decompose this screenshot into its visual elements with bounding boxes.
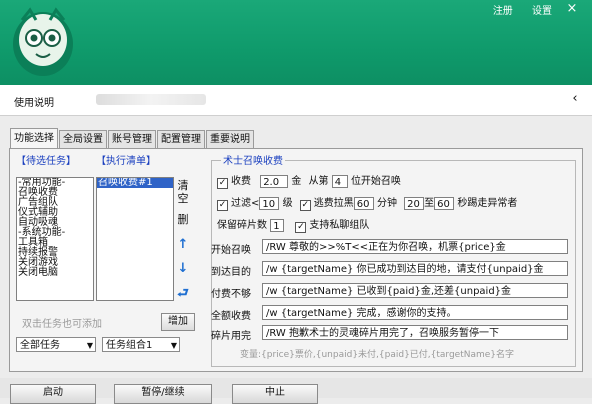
filter-row: ✓ 过滤< 10 级 ✓ 逃费拉黑 60 分钟 20 至 60 秒踢走异常者 [217,196,518,211]
chevron-down-icon: ▼ [170,341,177,350]
message-label-arrive: 到达目的 [211,267,251,278]
start-suffix-label: 位开始召唤 [350,176,401,187]
gold-label: 金 [291,176,302,187]
private-team-checkbox[interactable]: ✓ [295,222,307,233]
app-header: 注册 设置 × [0,0,592,85]
start-button[interactable]: 启动 [10,384,96,404]
charge-input[interactable]: 2.0 [260,174,289,188]
register-link[interactable]: 注册 [493,6,513,17]
message-label-fullpay: 全额收费 [211,311,251,322]
kick-from-input[interactable]: 20 [404,196,425,210]
close-icon[interactable]: × [558,0,586,18]
all-tasks-select[interactable]: 全部任务 ▼ [16,337,96,352]
all-tasks-value: 全部任务 [20,340,60,351]
pending-task-list[interactable]: -常用功能- 召唤收费 广告组队 仪式辅助 自动吸魂 -系统功能- 工具箱 持续… [16,177,94,301]
task-group-value: 任务组合1 [106,340,153,351]
message-label-underpaid: 付费不够 [211,289,251,300]
pause-resume-button[interactable]: 暂停/继续 [114,384,212,404]
flee-label: 逃费拉黑 [313,198,354,209]
list-item[interactable]: 关闭电脑 [17,268,93,278]
exec-task-list[interactable]: 召唤收费#1 [96,177,174,301]
message-input-shards-out[interactable]: /RW 抱歉术士的灵魂碎片用完了，召唤服务暂停一下 [262,325,568,340]
tab-account-manage[interactable]: 账号管理 [108,130,156,148]
message-input-arrive[interactable]: /w {targetName} 你已成功到达目的地，请支付{unpaid}金 [262,261,568,276]
message-input-underpaid[interactable]: /w {targetName} 已收到{paid}金,还差{unpaid}金 [262,283,568,298]
level-label: 级 [282,198,293,209]
help-label[interactable]: 使用说明 [14,94,54,109]
tab-important-notes[interactable]: 重要说明 [206,130,254,148]
group-title: 术士召唤收费 [221,152,285,167]
minutes-label: 分钟 [376,198,397,209]
charge-label: 收费 [231,176,251,187]
start-position-input[interactable]: 4 [331,174,348,188]
pending-tasks-title: 【待选任务】 [16,156,76,167]
tab-bar: 功能选择 全局设置 账号管理 配置管理 重要说明 [10,128,255,148]
settings-link[interactable]: 设置 [532,6,552,17]
tab-global-settings[interactable]: 全局设置 [59,130,107,148]
filter-checkbox[interactable]: ✓ [217,200,228,211]
message-label-start: 开始召唤 [211,245,251,256]
main-panel: 【待选任务】 【执行清单】 -常用功能- 召唤收费 广告组队 仪式辅助 自动吸魂… [9,148,583,372]
message-input-fullpay[interactable]: /w {targetName} 完成，感谢你的支持。 [262,305,568,320]
double-click-hint: 双击任务也可添加 [22,319,102,330]
mascot-logo-icon [13,7,73,76]
keep-shards-input[interactable]: 1 [270,218,285,232]
add-button[interactable]: 增加 [161,313,195,331]
kick-to-input[interactable]: 60 [434,196,455,210]
move-up-icon[interactable]: ↑ [175,237,191,252]
variables-hint: 变量:{price}票价,{unpaid}未付,{paid}已付,{target… [240,350,515,360]
flee-minutes-input[interactable]: 60 [353,196,374,210]
kick-label: 秒踢走异常者 [457,198,518,209]
loop-icon[interactable]: ⮐ [175,286,191,301]
header-links: 注册 设置 [477,2,552,17]
filter-label: 过滤< [231,198,260,209]
clear-button[interactable]: 清空 [176,179,190,205]
filter-level-input[interactable]: 10 [259,196,280,210]
keep-row: 保留碎片数 1 ✓ 支持私聊组队 [217,216,369,233]
flee-blacklist-checkbox[interactable]: ✓ [299,200,311,211]
stop-button[interactable]: 中止 [232,384,318,404]
charge-row: ✓ 收费 2.0 金 从第 4 位开始召唤 [217,172,401,189]
from-label: 从第 [308,176,329,187]
task-group-select[interactable]: 任务组合1 ▼ [102,337,180,352]
chevron-down-icon: ▼ [86,341,93,350]
charge-checkbox[interactable]: ✓ [217,178,228,189]
private-team-label: 支持私聊组队 [309,220,370,231]
exec-list-title: 【执行清单】 [96,156,156,167]
list-item[interactable]: 召唤收费#1 [97,178,173,188]
keep-shards-label: 保留碎片数 [217,220,267,231]
tab-config-manage[interactable]: 配置管理 [157,130,205,148]
help-bar: 使用说明 ‹ [0,85,592,116]
delete-button[interactable]: 删 [176,211,190,227]
message-label-shards-out: 碎片用完 [211,331,251,342]
message-input-start[interactable]: /RW 尊敬的>>%T<<正在为你召唤，机票{price}金 [262,239,568,254]
blurred-text [96,94,206,105]
chevron-left-icon[interactable]: ‹ [566,90,584,108]
tab-function-select[interactable]: 功能选择 [10,128,58,148]
move-down-icon[interactable]: ↓ [175,261,191,276]
